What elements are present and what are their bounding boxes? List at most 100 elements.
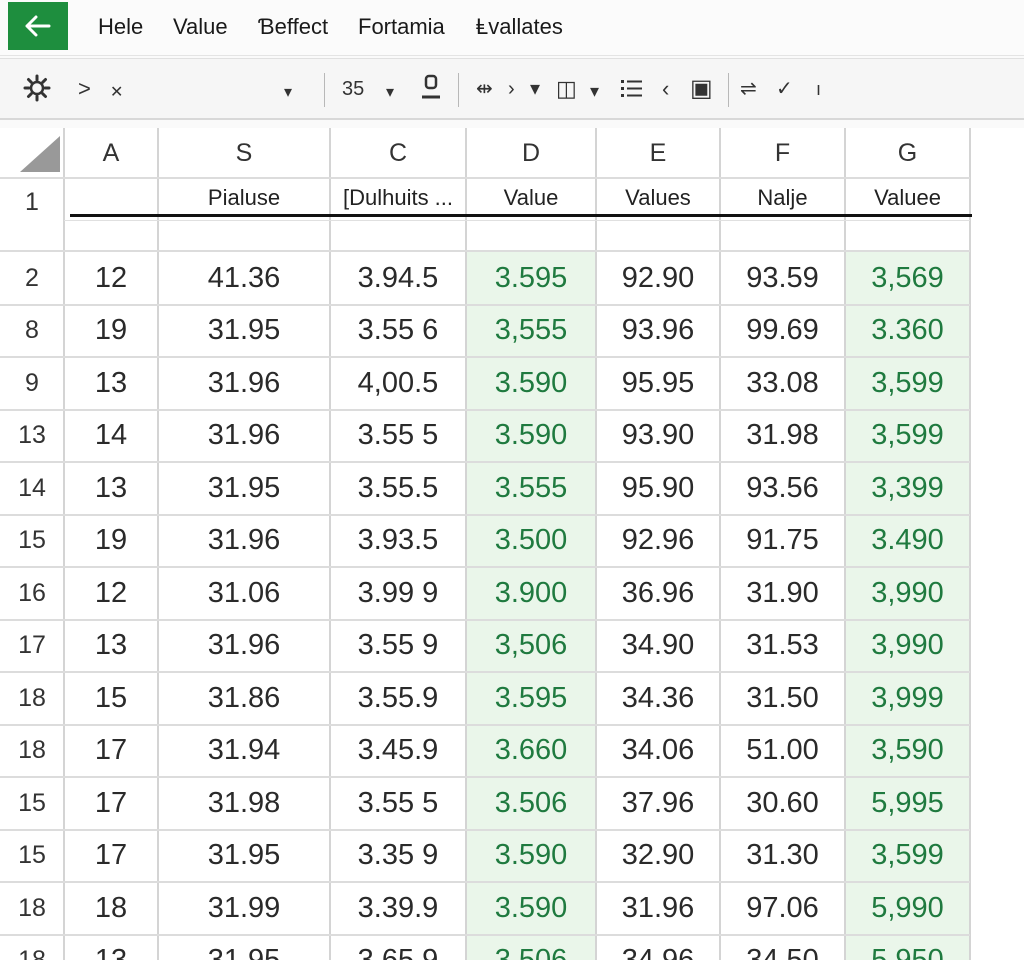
table-cell[interactable]: 3.94.5 bbox=[330, 252, 466, 305]
table-cell[interactable]: 30.60 bbox=[720, 777, 845, 830]
menu-item-vallates[interactable]: Ⱡvallates bbox=[476, 14, 563, 40]
column-header-s[interactable]: S bbox=[158, 128, 330, 178]
row-header[interactable]: 18 bbox=[0, 725, 64, 778]
close-icon[interactable]: ✕ bbox=[110, 79, 123, 107]
table-cell[interactable]: 13 bbox=[64, 935, 158, 960]
table-cell[interactable]: 32.90 bbox=[596, 830, 720, 883]
dropdown-arrow-icon[interactable]: ▾ bbox=[284, 79, 292, 107]
row-header[interactable]: 15 bbox=[0, 777, 64, 830]
table-cell[interactable]: 3.595 bbox=[466, 252, 596, 305]
table-cell[interactable]: 5,995 bbox=[845, 777, 970, 830]
table-cell[interactable]: 93.56 bbox=[720, 462, 845, 515]
table-cell[interactable]: 3.500 bbox=[466, 515, 596, 568]
table-cell[interactable]: 3.55 5 bbox=[330, 777, 466, 830]
table-cell[interactable]: 31.99 bbox=[158, 882, 330, 935]
table-cell[interactable]: 3.660 bbox=[466, 725, 596, 778]
table-cell[interactable]: 3.490 bbox=[845, 515, 970, 568]
table-cell[interactable]: 95.90 bbox=[596, 462, 720, 515]
table-cell[interactable]: 95.95 bbox=[596, 357, 720, 410]
table-cell[interactable]: 31.98 bbox=[720, 410, 845, 463]
table-cell[interactable]: 17 bbox=[64, 830, 158, 883]
table-cell[interactable]: 3.55 6 bbox=[330, 305, 466, 358]
table-cell[interactable]: 31.96 bbox=[596, 882, 720, 935]
header-cell[interactable]: Nalje bbox=[720, 178, 845, 218]
row-header[interactable]: 14 bbox=[0, 462, 64, 515]
table-cell[interactable]: 3.35 9 bbox=[330, 830, 466, 883]
table-cell[interactable]: 31.30 bbox=[720, 830, 845, 883]
table-cell[interactable]: 14 bbox=[64, 410, 158, 463]
table-cell[interactable]: 3.555 bbox=[466, 462, 596, 515]
column-header-d[interactable]: D bbox=[466, 128, 596, 178]
table-cell[interactable]: 34.96 bbox=[596, 935, 720, 960]
table-cell[interactable]: 31.96 bbox=[158, 410, 330, 463]
border-icon[interactable]: ◫ bbox=[556, 75, 577, 103]
table-cell[interactable]: 3.590 bbox=[466, 882, 596, 935]
table-cell[interactable]: 41.36 bbox=[158, 252, 330, 305]
table-cell[interactable]: 19 bbox=[64, 515, 158, 568]
column-header-e[interactable]: E bbox=[596, 128, 720, 178]
table-cell[interactable]: 4,00.5 bbox=[330, 357, 466, 410]
table-cell[interactable]: 3,399 bbox=[845, 462, 970, 515]
table-cell[interactable]: 3.93.5 bbox=[330, 515, 466, 568]
table-cell[interactable]: 19 bbox=[64, 305, 158, 358]
table-cell[interactable]: 31.95 bbox=[158, 305, 330, 358]
table-cell[interactable]: 31.96 bbox=[158, 357, 330, 410]
back-button[interactable] bbox=[8, 2, 68, 50]
table-cell[interactable]: 12 bbox=[64, 252, 158, 305]
row-header[interactable]: 2 bbox=[0, 252, 64, 305]
row-header[interactable]: 8 bbox=[0, 305, 64, 358]
table-cell[interactable]: 31.95 bbox=[158, 462, 330, 515]
table-cell[interactable]: 3.55.9 bbox=[330, 672, 466, 725]
align-icon[interactable]: ⇹ bbox=[476, 75, 493, 103]
table-cell[interactable]: 13 bbox=[64, 620, 158, 673]
chevron-small-icon[interactable]: › bbox=[508, 75, 515, 103]
table-cell[interactable]: 34.06 bbox=[596, 725, 720, 778]
table-cell[interactable]: 3,990 bbox=[845, 620, 970, 673]
table-cell[interactable]: 3,555 bbox=[466, 305, 596, 358]
row-header[interactable]: 13 bbox=[0, 410, 64, 463]
table-cell[interactable]: 3.590 bbox=[466, 830, 596, 883]
row-header[interactable]: 17 bbox=[0, 620, 64, 673]
table-cell[interactable]: 31.95 bbox=[158, 830, 330, 883]
table-cell[interactable]: 31.94 bbox=[158, 725, 330, 778]
table-cell[interactable]: 99.69 bbox=[720, 305, 845, 358]
table-cell[interactable]: 3,599 bbox=[845, 410, 970, 463]
header-cell[interactable]: [Dulhuits ... bbox=[330, 178, 466, 218]
row-header[interactable]: 15 bbox=[0, 830, 64, 883]
table-cell[interactable]: 31.95 bbox=[158, 935, 330, 960]
table-cell[interactable]: 34.50 bbox=[720, 935, 845, 960]
table-cell[interactable]: 33.08 bbox=[720, 357, 845, 410]
font-size-dropdown-icon[interactable]: ▾ bbox=[386, 79, 394, 107]
table-cell[interactable]: 92.96 bbox=[596, 515, 720, 568]
table-cell[interactable]: 3.65 9 bbox=[330, 935, 466, 960]
fill-dropdown-icon[interactable]: ▾ bbox=[530, 75, 540, 103]
table-cell[interactable]: 5,950 bbox=[845, 935, 970, 960]
table-cell[interactable]: 3,990 bbox=[845, 567, 970, 620]
header-cell[interactable]: Value bbox=[466, 178, 596, 218]
chevron-right-icon[interactable]: > bbox=[78, 75, 91, 103]
table-cell[interactable]: 37.96 bbox=[596, 777, 720, 830]
table-cell[interactable]: 3.506 bbox=[466, 777, 596, 830]
header-cell[interactable]: Values bbox=[596, 178, 720, 218]
font-size-value[interactable]: 35 bbox=[342, 75, 364, 103]
table-cell[interactable]: 3.590 bbox=[466, 357, 596, 410]
table-cell[interactable]: 3.590 bbox=[466, 410, 596, 463]
table-cell[interactable]: 31.96 bbox=[158, 515, 330, 568]
gear-icon[interactable] bbox=[22, 73, 52, 110]
table-cell[interactable]: 3.55 5 bbox=[330, 410, 466, 463]
table-cell[interactable]: 3.360 bbox=[845, 305, 970, 358]
menu-item-effect[interactable]: Ɓeffect bbox=[258, 14, 328, 40]
table-cell[interactable]: 31.98 bbox=[158, 777, 330, 830]
border-dropdown-icon[interactable]: ▾ bbox=[590, 77, 599, 105]
row-header[interactable]: 16 bbox=[0, 567, 64, 620]
table-cell[interactable]: 3,590 bbox=[845, 725, 970, 778]
row-header[interactable]: 15 bbox=[0, 515, 64, 568]
table-cell[interactable]: 18 bbox=[64, 882, 158, 935]
table-cell[interactable]: 17 bbox=[64, 725, 158, 778]
table-cell[interactable]: 13 bbox=[64, 462, 158, 515]
table-cell[interactable]: 17 bbox=[64, 777, 158, 830]
table-cell[interactable]: 34.36 bbox=[596, 672, 720, 725]
table-cell[interactable]: 3.55.5 bbox=[330, 462, 466, 515]
row-header[interactable]: 18 bbox=[0, 882, 64, 935]
table-cell[interactable]: 3.900 bbox=[466, 567, 596, 620]
